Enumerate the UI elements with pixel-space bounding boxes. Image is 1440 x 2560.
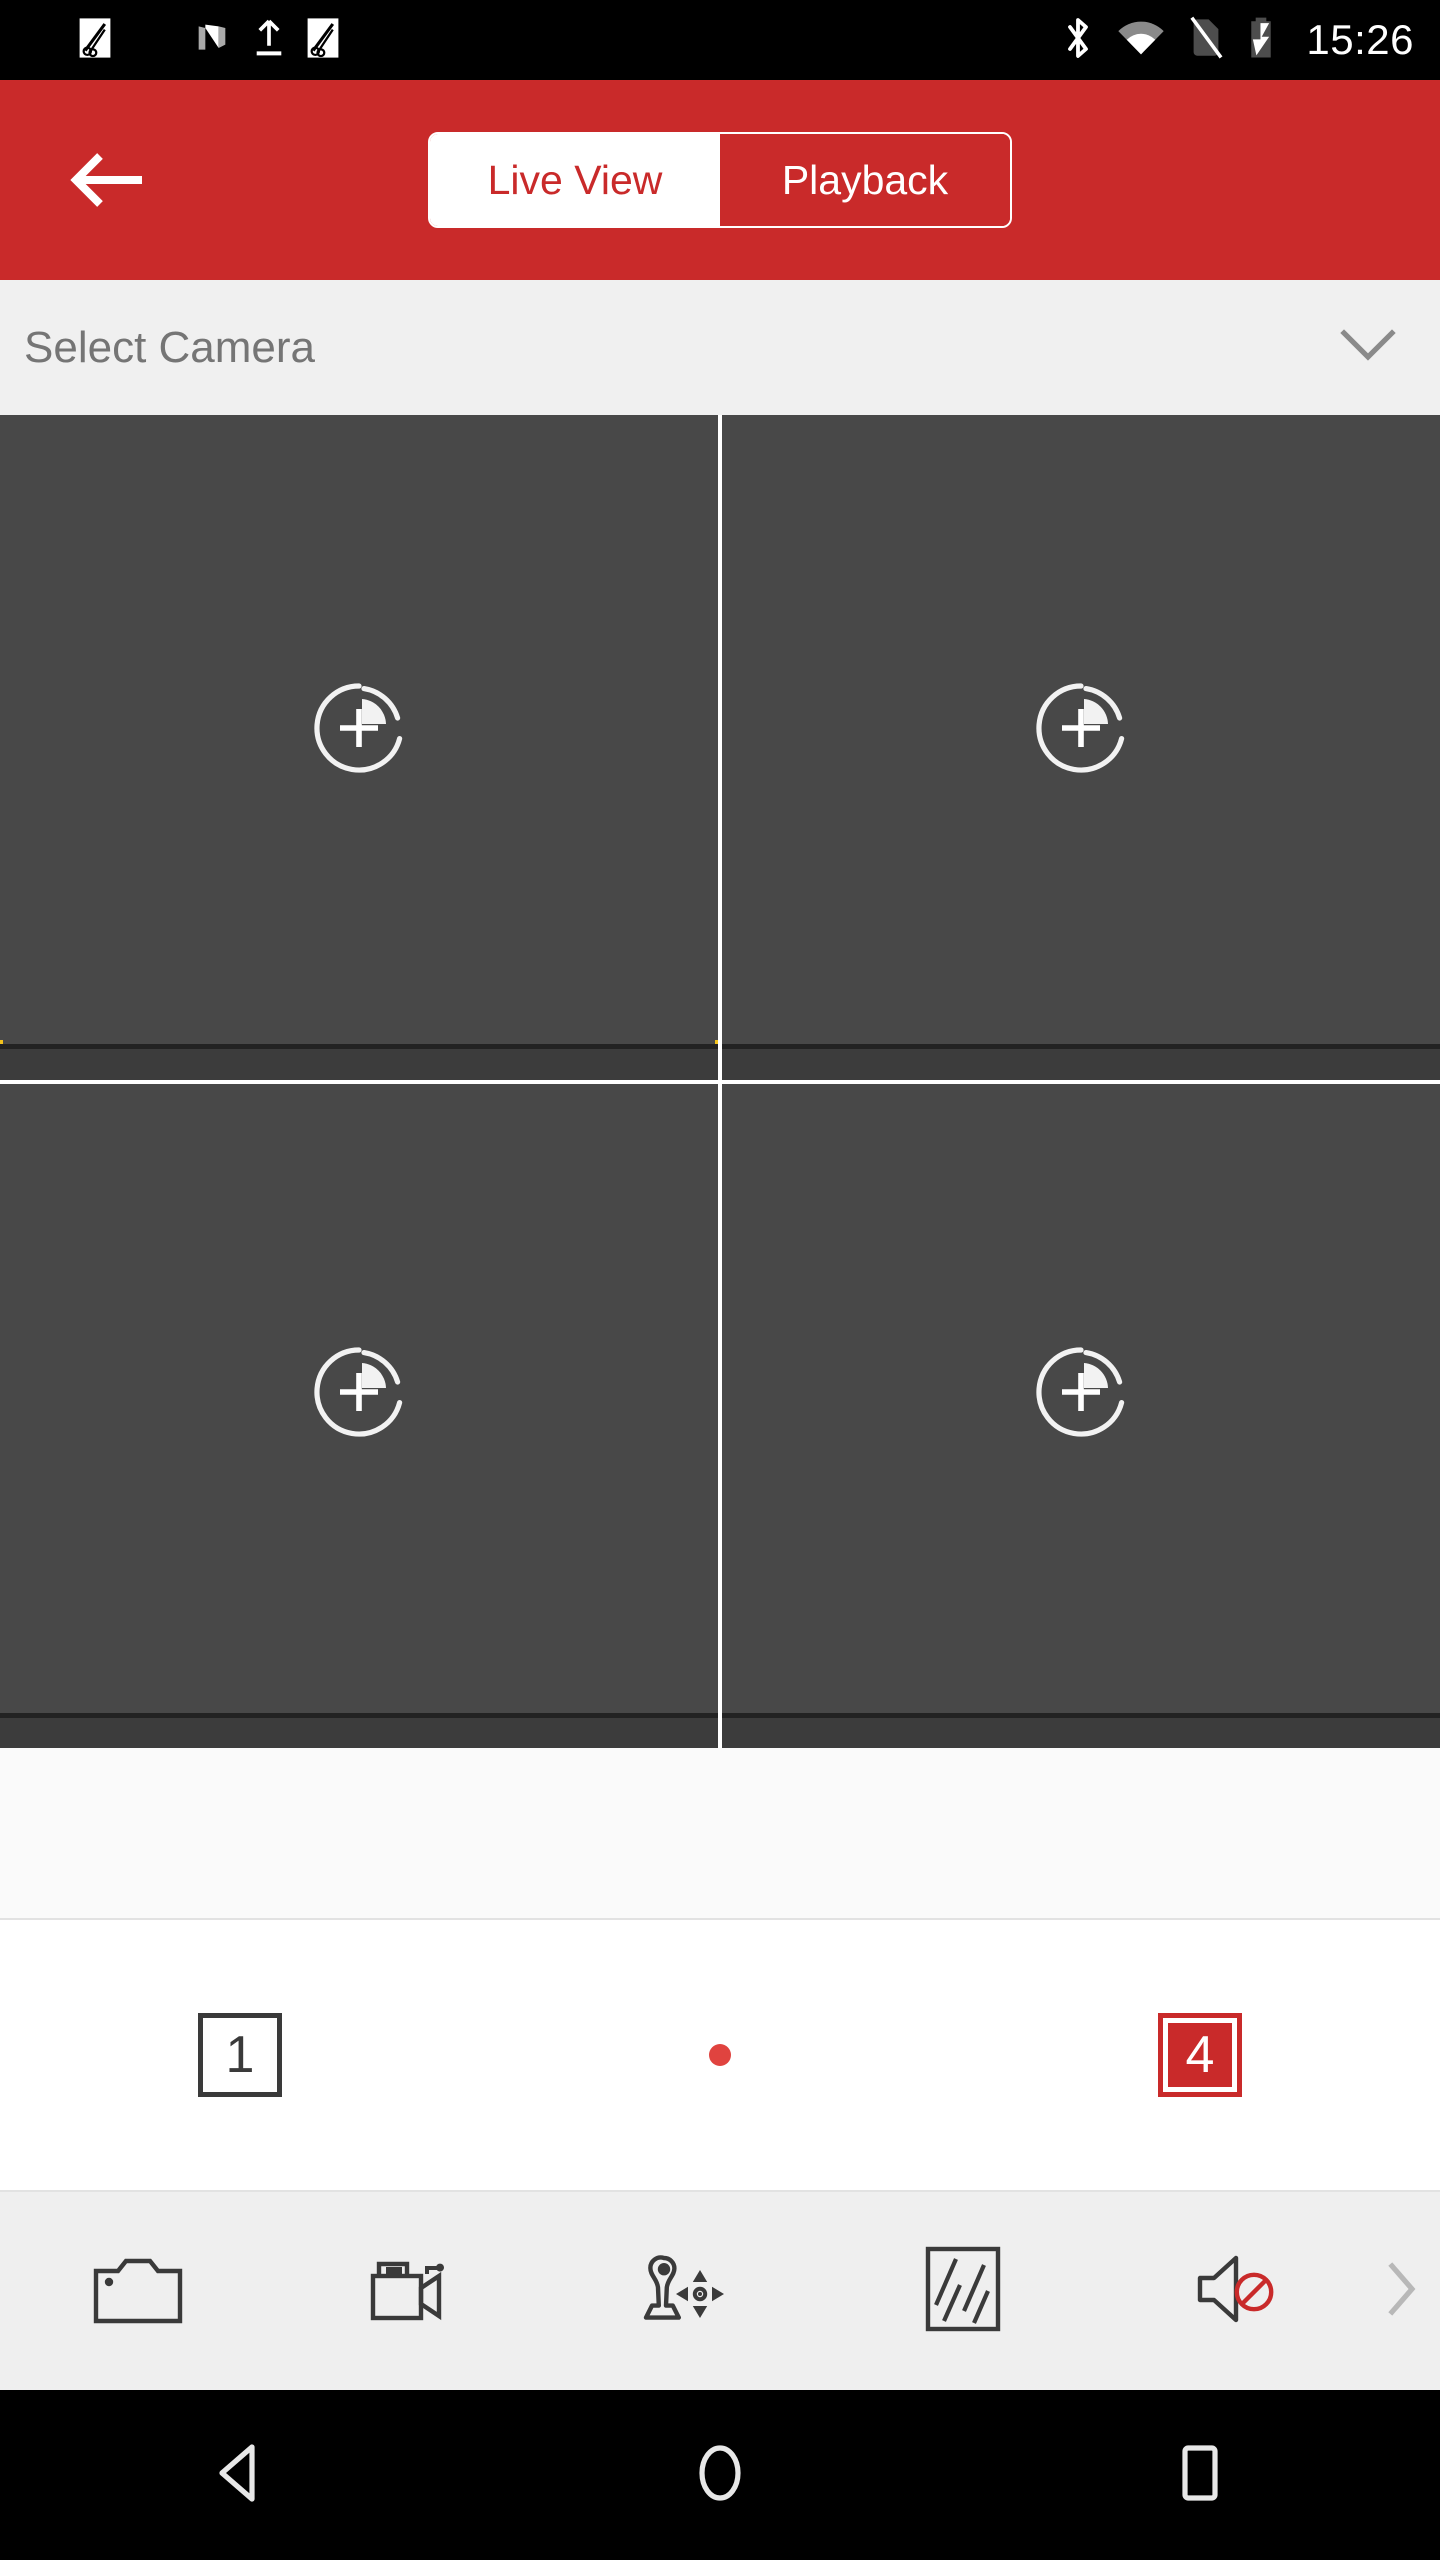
scissors-icon-2 bbox=[306, 17, 340, 64]
add-camera-icon[interactable] bbox=[309, 1342, 409, 1442]
audio-muted-icon[interactable] bbox=[1192, 2250, 1284, 2333]
camera-cell-2[interactable] bbox=[0, 1084, 718, 1749]
scissors-icon-1 bbox=[78, 17, 112, 64]
camera-cell-1-video[interactable] bbox=[722, 415, 1440, 1040]
battery-charging-icon bbox=[1246, 15, 1276, 66]
add-camera-icon[interactable] bbox=[1031, 678, 1131, 778]
toolbar-more-button[interactable] bbox=[1376, 2261, 1440, 2321]
android-navigation-bar bbox=[0, 2390, 1440, 2560]
add-camera-icon[interactable] bbox=[309, 678, 409, 778]
page-indicator-slot bbox=[480, 2044, 960, 2066]
camera-cell-1-toolbar-strip bbox=[722, 1044, 1440, 1080]
status-bar-clock: 15:26 bbox=[1306, 16, 1414, 63]
camera-cell-3[interactable] bbox=[722, 1084, 1440, 1749]
snapshot-button[interactable] bbox=[0, 2253, 275, 2330]
layout-quad-button[interactable]: 4 bbox=[1158, 2013, 1242, 2097]
audio-mute-button[interactable] bbox=[1101, 2250, 1376, 2333]
stream-quality-button[interactable] bbox=[826, 2245, 1101, 2338]
ptz-icon[interactable] bbox=[640, 2250, 736, 2333]
select-camera-dropdown[interactable]: Select Camera bbox=[0, 280, 1440, 415]
upload-icon bbox=[252, 18, 286, 63]
app-badge-icon-2 bbox=[132, 18, 172, 63]
wifi-icon bbox=[1116, 18, 1166, 63]
layout-control-panel: 1 4 bbox=[0, 1918, 1440, 2192]
view-mode-segmented-control[interactable]: Live View Playback bbox=[428, 132, 1012, 228]
tab-playback[interactable]: Playback bbox=[720, 134, 1010, 226]
layout-single-slot: 1 bbox=[0, 2013, 480, 2097]
nav-home-icon[interactable] bbox=[696, 2443, 744, 2508]
no-sim-icon bbox=[1188, 15, 1224, 66]
camera-cell-0[interactable] bbox=[0, 415, 718, 1080]
back-button[interactable] bbox=[60, 132, 156, 228]
app-root: 15:26 Live View Playback Select Camera 1… bbox=[0, 0, 1440, 2560]
status-bar: 15:26 bbox=[0, 0, 1440, 80]
page-indicator-dot[interactable] bbox=[709, 2044, 731, 2066]
camera-action-toolbar bbox=[0, 2192, 1440, 2390]
layout-quad-slot: 4 bbox=[960, 2013, 1440, 2097]
nav-recents-icon[interactable] bbox=[1178, 2444, 1222, 2507]
camera-cell-2-toolbar-strip bbox=[0, 1713, 718, 1749]
stream-quality-icon[interactable] bbox=[924, 2245, 1002, 2338]
tab-live-view[interactable]: Live View bbox=[430, 134, 720, 226]
camera-cell-0-video[interactable] bbox=[0, 415, 718, 1040]
nav-recents-button[interactable] bbox=[960, 2444, 1440, 2507]
nav-home-button[interactable] bbox=[480, 2443, 960, 2508]
n-logo-icon bbox=[192, 18, 232, 63]
bluetooth-icon bbox=[1062, 14, 1094, 67]
back-arrow-icon bbox=[70, 153, 142, 207]
status-bar-notifications bbox=[18, 17, 340, 64]
grid-bottom-spacer bbox=[0, 1748, 1440, 1918]
app-badge-icon-1 bbox=[18, 18, 58, 63]
select-camera-label: Select Camera bbox=[24, 322, 316, 372]
snapshot-icon[interactable] bbox=[92, 2253, 184, 2330]
camera-cell-1[interactable] bbox=[722, 415, 1440, 1080]
add-camera-icon[interactable] bbox=[1031, 1342, 1131, 1442]
camera-grid bbox=[0, 415, 1440, 1749]
ptz-button[interactable] bbox=[550, 2250, 825, 2333]
chevron-right-icon[interactable] bbox=[1386, 2261, 1416, 2321]
layout-single-button[interactable]: 1 bbox=[198, 2013, 282, 2097]
app-header: Live View Playback bbox=[0, 80, 1440, 280]
camera-cell-0-toolbar-strip bbox=[0, 1044, 718, 1080]
status-bar-system-icons: 15:26 bbox=[1062, 14, 1414, 67]
chevron-down-icon[interactable] bbox=[1340, 327, 1396, 368]
record-button[interactable] bbox=[275, 2252, 550, 2331]
record-icon[interactable] bbox=[367, 2252, 459, 2331]
camera-cell-3-video[interactable] bbox=[722, 1084, 1440, 1699]
nav-back-button[interactable] bbox=[0, 2443, 480, 2508]
nav-back-icon[interactable] bbox=[212, 2443, 268, 2508]
camera-cell-2-video[interactable] bbox=[0, 1084, 718, 1699]
camera-cell-3-toolbar-strip bbox=[722, 1713, 1440, 1749]
